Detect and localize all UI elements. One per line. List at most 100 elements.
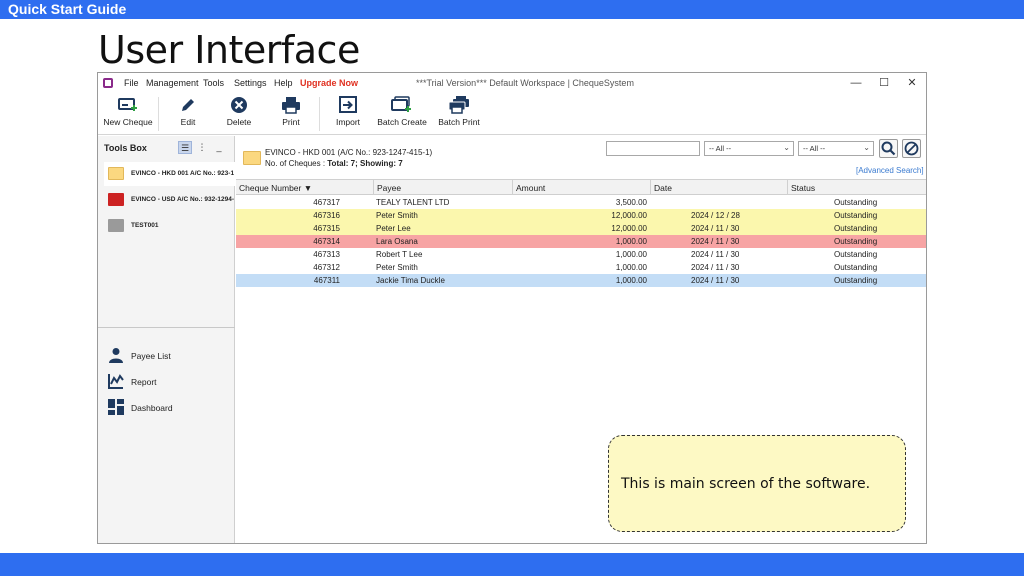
account-label: EVINCO - HKD 001 A/C No.: 923-1	[131, 170, 235, 177]
new-cheque-icon	[118, 98, 137, 111]
filter-select-1[interactable]: -- All -- ⌄	[704, 141, 794, 156]
col-amount[interactable]: Amount	[512, 180, 650, 195]
import-icon	[339, 96, 357, 113]
toolbar: New Cheque Edit Delete Print Import Batc…	[98, 93, 926, 135]
cell-date: 2024 / 11 / 30	[691, 224, 740, 233]
cell-status: Outstanding	[834, 198, 878, 207]
col-status[interactable]: Status	[787, 180, 926, 195]
batch-create-button[interactable]: Batch Create	[376, 96, 428, 134]
cell-status: Outstanding	[834, 211, 878, 220]
filter-select-value: -- All --	[709, 144, 732, 153]
menu-file[interactable]: File	[124, 78, 139, 88]
table-row[interactable]: 467315 Peter Lee 12,000.00 2024 / 11 / 30 Ou…	[236, 222, 926, 235]
folder-gray-icon	[108, 219, 124, 232]
chevron-down-icon: ⌄	[863, 143, 870, 152]
list-view-button[interactable]: ☰	[178, 141, 192, 154]
col-payee[interactable]: Payee	[373, 180, 512, 195]
cell-status: Outstanding	[834, 263, 878, 272]
batch-print-button[interactable]: Batch Print	[435, 96, 483, 134]
col-cheque-number[interactable]: Cheque Number ▼	[236, 180, 373, 195]
cell-payee: Jackie Tima Duckle	[376, 276, 445, 285]
cheque-count: No. of Cheques : Total: 7; Showing: 7	[265, 159, 403, 168]
cell-amount: 1,000.00	[615, 237, 647, 246]
app-logo-icon	[103, 78, 113, 88]
batch-create-label: Batch Create	[377, 117, 427, 127]
table-row[interactable]: 467314 Lara Osana 1,000.00 2024 / 11 / 30 Ou…	[236, 235, 926, 248]
advanced-search-link[interactable]: [Advanced Search]	[856, 166, 924, 175]
cell-payee: Lara Osana	[376, 237, 418, 246]
cell-payee: Peter Smith	[376, 211, 418, 220]
callout-box: This is main screen of the software.	[608, 435, 906, 532]
cell-payee: TEALY TALENT LTD	[376, 198, 450, 207]
batch-print-icon	[448, 96, 469, 114]
cell-cheque-number: 467317	[313, 198, 340, 207]
import-button[interactable]: Import	[327, 96, 369, 134]
nav-label: Dashboard	[131, 403, 173, 413]
table-row[interactable]: 467316 Peter Smith 12,000.00 2024 / 12 / 28…	[236, 209, 926, 222]
col-date[interactable]: Date	[650, 180, 787, 195]
table-row[interactable]: 467317 TEALY TALENT LTD 3,500.00 Outstandin…	[236, 196, 926, 209]
tools-box-pane: Tools Box ☰ ⋮ _ EVINCO - HKD 001 A/C No.…	[98, 136, 235, 543]
cell-amount: 1,000.00	[615, 250, 647, 259]
maximize-button[interactable]: ☐	[877, 76, 891, 90]
upgrade-now-link[interactable]: Upgrade Now	[300, 78, 358, 88]
block-icon	[904, 141, 919, 156]
account-item-test001[interactable]: TEST001	[104, 214, 235, 238]
cell-status: Outstanding	[834, 237, 878, 246]
cell-date: 2024 / 12 / 28	[691, 211, 740, 220]
account-label: TEST001	[131, 222, 159, 229]
cell-date: 2024 / 11 / 30	[691, 237, 740, 246]
menu-management[interactable]: Management	[146, 78, 199, 88]
table-row[interactable]: 467311 Jackie Tima Duckle 1,000.00 2024 / 1…	[236, 274, 926, 287]
minimize-button[interactable]: —	[849, 76, 863, 90]
cell-date: 2024 / 11 / 30	[691, 263, 740, 272]
toolbar-divider	[319, 97, 320, 131]
cell-date: 2024 / 11 / 30	[691, 276, 740, 285]
table-header: Cheque Number ▼ Payee Amount Date Status	[236, 179, 926, 195]
table-row[interactable]: 467312 Peter Smith 1,000.00 2024 / 11 / 30 O…	[236, 261, 926, 274]
new-cheque-button[interactable]: New Cheque	[103, 96, 153, 134]
delete-button[interactable]: Delete	[219, 96, 259, 134]
edit-label: Edit	[180, 117, 196, 127]
printer-icon	[282, 97, 300, 114]
cell-amount: 1,000.00	[615, 276, 647, 285]
print-button[interactable]: Print	[271, 96, 311, 134]
edit-button[interactable]: Edit	[168, 96, 208, 134]
account-item-usd[interactable]: EVINCO - USD A/C No.: 932-1294-	[104, 188, 235, 212]
batch-print-label: Batch Print	[438, 117, 480, 127]
search-button[interactable]	[879, 139, 898, 158]
pane-splitter[interactable]	[98, 327, 235, 329]
cheque-count-value: Total: 7; Showing: 7	[327, 159, 403, 168]
close-button[interactable]: ✕	[905, 76, 919, 90]
search-input[interactable]	[606, 141, 700, 156]
slide-header-label: Quick Start Guide	[8, 1, 127, 17]
collapse-button[interactable]: _	[212, 141, 226, 154]
slide-footer-bar	[0, 553, 1024, 576]
table-body: 467317 TEALY TALENT LTD 3,500.00 Outstandin…	[236, 196, 926, 287]
cell-status: Outstanding	[834, 250, 878, 259]
cell-payee: Robert T Lee	[376, 250, 423, 259]
person-icon	[109, 348, 123, 363]
cell-date: 2024 / 11 / 30	[691, 250, 740, 259]
pencil-icon	[182, 99, 194, 111]
menu-help[interactable]: Help	[274, 78, 293, 88]
menu-settings[interactable]: Settings	[234, 78, 267, 88]
account-label: EVINCO - USD A/C No.: 932-1294-	[131, 196, 235, 203]
clear-search-button[interactable]	[902, 139, 921, 158]
cell-amount: 3,500.00	[615, 198, 647, 207]
tools-box-title: Tools Box	[104, 143, 147, 153]
callout-text: This is main screen of the software.	[621, 476, 871, 492]
account-item-hkd[interactable]: EVINCO - HKD 001 A/C No.: 923-1	[104, 162, 235, 186]
detail-view-button[interactable]: ⋮	[195, 141, 209, 154]
import-label: Import	[335, 117, 361, 127]
delete-circle-icon	[231, 97, 247, 113]
new-cheque-label: New Cheque	[103, 117, 153, 127]
cell-amount: 12,000.00	[611, 211, 647, 220]
cell-cheque-number: 467313	[313, 250, 340, 259]
menu-tools[interactable]: Tools	[203, 78, 224, 88]
tools-box-header: Tools Box ☰ ⋮ _	[98, 136, 235, 160]
filter-select-2[interactable]: -- All -- ⌄	[798, 141, 874, 156]
search-icon	[881, 141, 896, 156]
menu-bar: File Management Tools Settings Help Upgr…	[98, 73, 926, 93]
table-row[interactable]: 467313 Robert T Lee 1,000.00 2024 / 11 / 30…	[236, 248, 926, 261]
